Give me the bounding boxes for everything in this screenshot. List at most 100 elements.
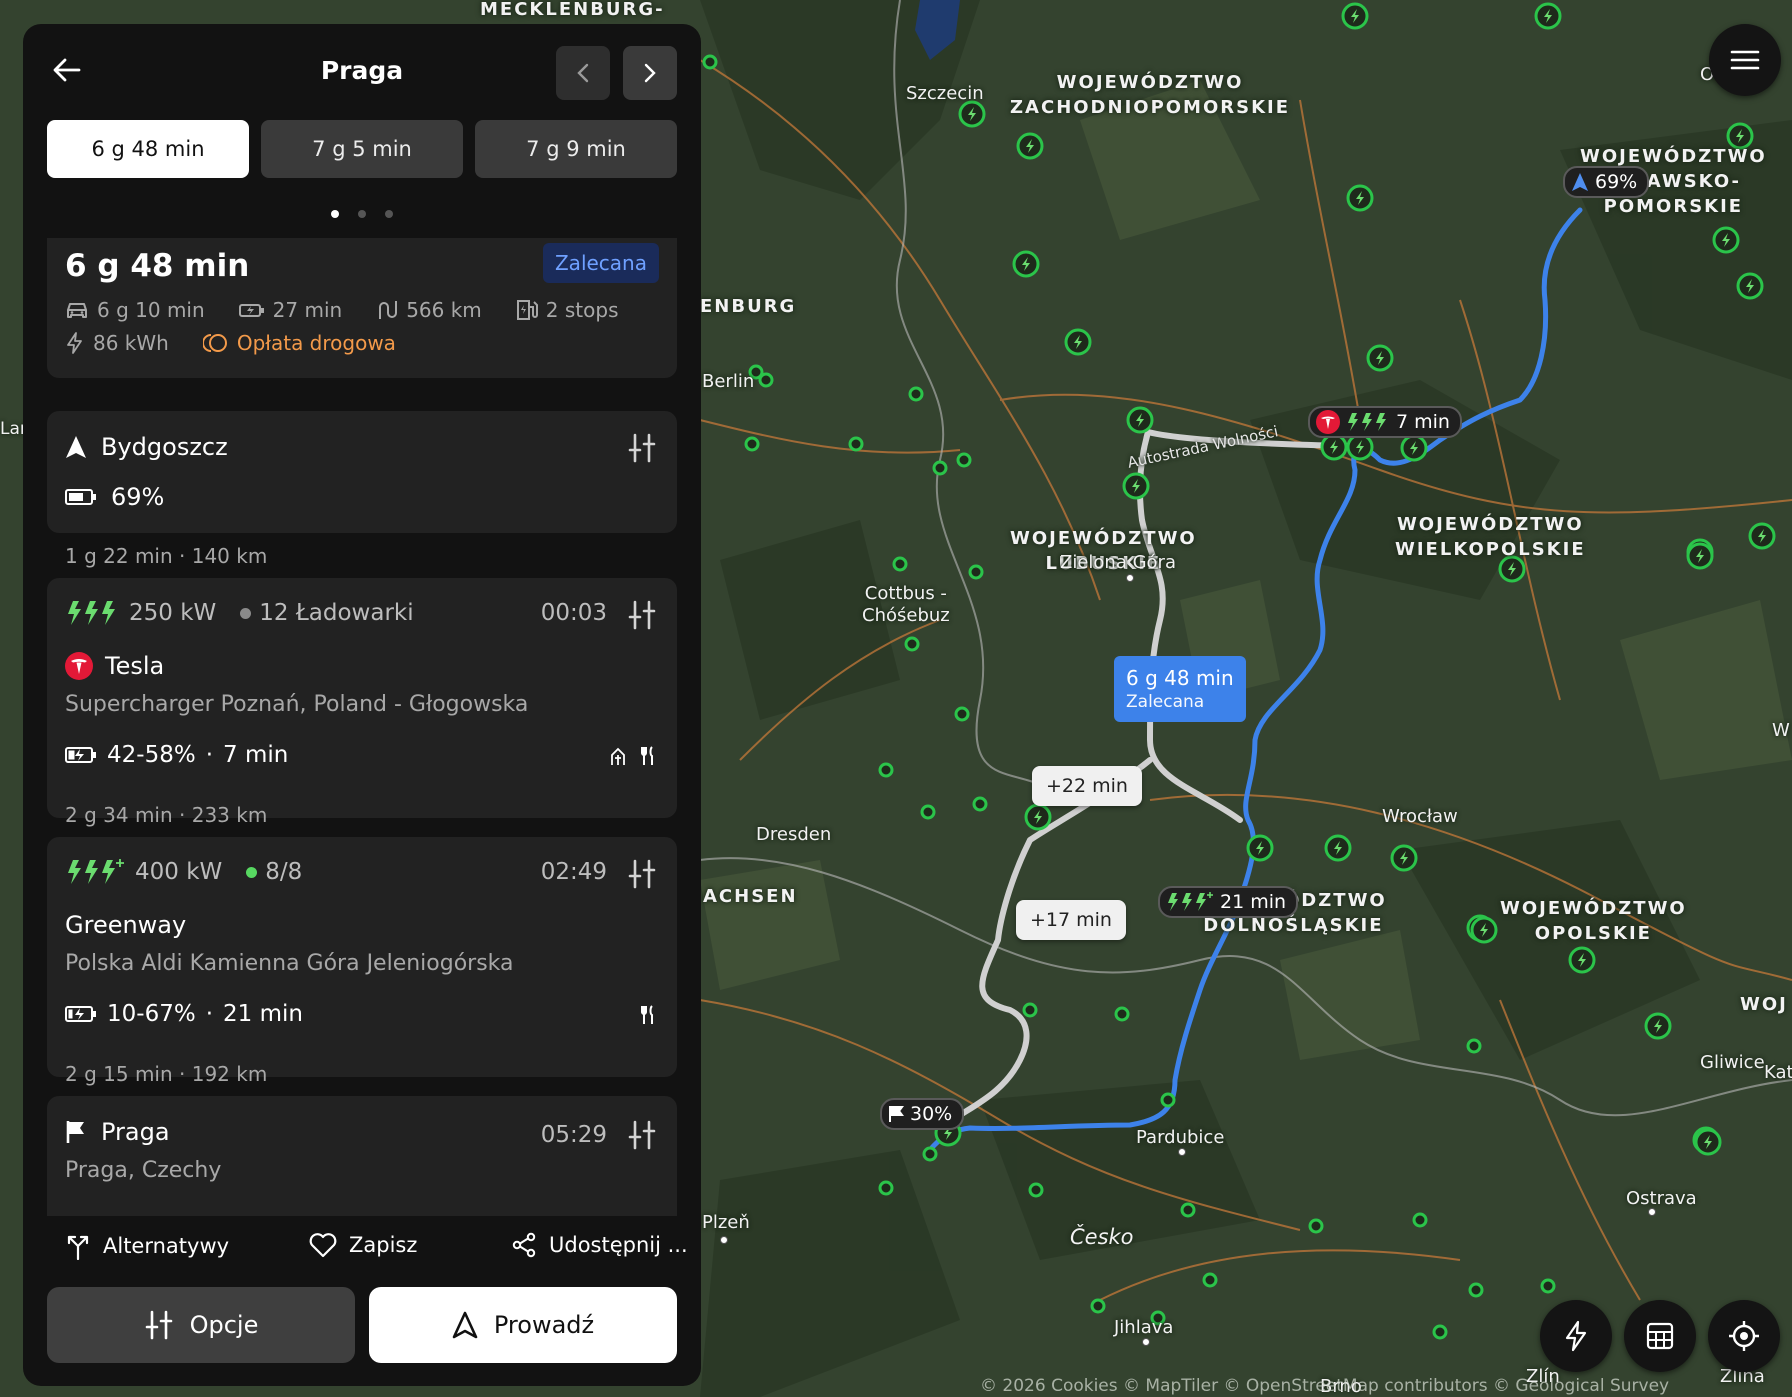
alternatives-button[interactable]: Alternatywy: [65, 1232, 229, 1260]
city-label: Wrocław: [1382, 806, 1458, 827]
charger-dot[interactable]: [702, 54, 718, 70]
arrow-left-icon: [53, 58, 81, 82]
lightning-icon: [1563, 1320, 1589, 1352]
share-icon: [511, 1232, 537, 1258]
origin-name: Bydgoszcz: [101, 433, 228, 461]
charging-stop-card[interactable]: 400 kW 8/8 02:49 Greenway Polska Aldi Ka…: [47, 837, 677, 1077]
supercharger-speed-icon: [65, 859, 125, 885]
charger-dot[interactable]: [956, 452, 972, 468]
charger-dot[interactable]: [744, 436, 760, 452]
route-time-callout[interactable]: 6 g 48 min Zalecana: [1114, 656, 1246, 722]
calculator-button[interactable]: [1624, 1300, 1696, 1372]
energy: 86 kWh: [93, 331, 169, 355]
charger-dot[interactable]: [1028, 1182, 1044, 1198]
page-dot[interactable]: [385, 210, 393, 218]
charger-dot[interactable]: [1468, 1282, 1484, 1298]
toll-label: Opłata drogowa: [236, 331, 396, 355]
navigation-arrow-icon: [1571, 172, 1589, 192]
options-button[interactable]: Opcje: [47, 1287, 355, 1363]
city-dot: [720, 1236, 728, 1244]
locate-me-button[interactable]: [1708, 1300, 1780, 1372]
charger-dot[interactable]: [878, 1180, 894, 1196]
charging-stop-card[interactable]: 250 kW 12 Ładowarki 00:03 Tesla Supercha…: [47, 578, 677, 818]
stop2-marker[interactable]: 21 min: [1158, 886, 1299, 918]
charger-dot[interactable]: [1022, 1002, 1038, 1018]
adjust-button[interactable]: [627, 433, 657, 463]
save-button[interactable]: Zapisz: [309, 1232, 417, 1258]
route-tabs: 6 g 48 min 7 g 5 min 7 g 9 min: [47, 120, 677, 178]
charger-dot[interactable]: [1202, 1272, 1218, 1288]
status-dot: [240, 607, 252, 619]
route-tab[interactable]: 7 g 5 min: [261, 120, 463, 178]
alt-route-callout[interactable]: +22 min: [1032, 766, 1142, 806]
map-attribution[interactable]: © 2026 Cookies © MapTiler © OpenStreetMa…: [980, 1376, 1669, 1396]
stop2-brand-row: Greenway: [65, 911, 186, 939]
origin-title: Bydgoszcz: [65, 433, 228, 461]
charger-dot[interactable]: [954, 706, 970, 722]
charger-dot[interactable]: [1180, 1202, 1196, 1218]
charger-dot[interactable]: [908, 386, 924, 402]
share-button[interactable]: Udostępnij ...: [511, 1232, 688, 1258]
adjust-button[interactable]: [627, 1120, 657, 1150]
start-marker[interactable]: 69%: [1563, 166, 1650, 198]
stop1-charge-time: 7 min: [223, 742, 289, 768]
charger-dot[interactable]: [1540, 1278, 1556, 1294]
page-dot[interactable]: [358, 210, 366, 218]
destination-subtitle: Praga, Czechy: [65, 1158, 222, 1183]
origin-battery: 69%: [111, 483, 165, 511]
charger-dot[interactable]: [922, 1146, 938, 1162]
navigate-button[interactable]: Prowadź: [369, 1287, 677, 1363]
charger-dot[interactable]: [878, 762, 894, 778]
route-tab[interactable]: 7 g 9 min: [475, 120, 677, 178]
city-label: Zielona Góra: [1060, 552, 1176, 573]
route-tab[interactable]: 6 g 48 min: [47, 120, 249, 178]
charger-dot[interactable]: [920, 804, 936, 820]
destination-title: Praga: [65, 1118, 170, 1146]
stop1-time: 00:03: [540, 600, 607, 626]
stop2-brand: Greenway: [65, 911, 187, 939]
menu-button[interactable]: [1709, 24, 1781, 96]
adjust-button[interactable]: [627, 600, 657, 630]
origin-card[interactable]: Bydgoszcz 69%: [47, 411, 677, 533]
tesla-icon: [1316, 410, 1340, 434]
charger-dot[interactable]: [1090, 1298, 1106, 1314]
charger-dot[interactable]: [1160, 1092, 1176, 1108]
next-route-button[interactable]: [623, 46, 677, 100]
adjust-button[interactable]: [627, 859, 657, 889]
stop1-marker[interactable]: 7 min: [1308, 406, 1462, 438]
charger-dot[interactable]: [1308, 1218, 1324, 1234]
alt-route-callout[interactable]: +17 min: [1016, 900, 1126, 940]
hamburger-icon: [1730, 49, 1760, 71]
charger-dot[interactable]: [904, 636, 920, 652]
charger-dot[interactable]: [848, 436, 864, 452]
charger-dot[interactable]: [972, 796, 988, 812]
route-time: 6 g 48 min: [1126, 666, 1234, 690]
charger-dot[interactable]: [968, 564, 984, 580]
route-summary[interactable]: 6 g 48 min Zalecana 6 g 10 min 27 min 56…: [47, 238, 677, 378]
charger-dot[interactable]: [1432, 1324, 1448, 1340]
city-label: Ostrava: [1626, 1188, 1697, 1209]
charger-dot[interactable]: [892, 556, 908, 572]
back-button[interactable]: [47, 50, 87, 90]
sliders-icon: [627, 600, 657, 630]
alternatives-label: Alternatywy: [103, 1234, 230, 1258]
destination-card[interactable]: Praga Praga, Czechy 05:29: [47, 1096, 677, 1216]
amenities: [639, 1005, 657, 1025]
charger-dot[interactable]: [1114, 1006, 1130, 1022]
page-dot[interactable]: [331, 210, 339, 218]
charger-dot[interactable]: [932, 460, 948, 476]
prev-route-button[interactable]: [556, 46, 610, 100]
end-marker[interactable]: 30%: [880, 1098, 965, 1130]
amenities: [609, 746, 657, 766]
charger-dot[interactable]: [1412, 1212, 1428, 1228]
chargers-layer-button[interactable]: [1540, 1300, 1612, 1372]
city-label: Jihlava: [1114, 1317, 1174, 1338]
charging-station-icon: [516, 299, 538, 321]
navigate-label: Prowadź: [493, 1311, 595, 1339]
calculator-icon: [1646, 1322, 1674, 1350]
stops-count: 2 stops: [545, 298, 619, 322]
stop1-time: 7 min: [1396, 411, 1450, 433]
charger-dot[interactable]: [1466, 1038, 1482, 1054]
charger-dot[interactable]: [758, 372, 774, 388]
battery-charge-icon: [65, 745, 97, 765]
